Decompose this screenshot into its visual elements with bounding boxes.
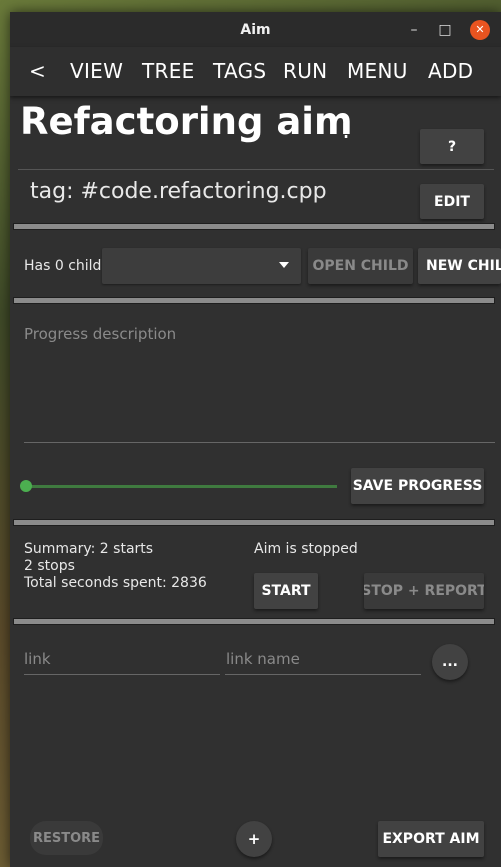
progress-slider-thumb[interactable] [20, 480, 32, 492]
link-name-field-underline [225, 674, 421, 675]
app-window: Aim – □ ✕ < VIEW TREE TAGS RUN MENU ADD … [10, 12, 501, 867]
start-button[interactable]: START [254, 573, 318, 609]
menu-tree[interactable]: TREE [142, 59, 195, 83]
window-title: Aim [240, 22, 271, 38]
child-count-label: Has 0 child [24, 258, 102, 274]
section-separator [13, 519, 495, 526]
menu-add[interactable]: ADD [428, 59, 473, 83]
divider [18, 169, 494, 170]
section-separator [13, 618, 495, 625]
menu-run[interactable]: RUN [283, 59, 327, 83]
menu-view[interactable]: VIEW [70, 59, 123, 83]
progress-description-field[interactable]: Progress description [24, 325, 176, 343]
save-progress-button[interactable]: SAVE PROGRESS [351, 468, 484, 504]
aim-title: Refactoring aim [20, 100, 353, 143]
stop-report-button[interactable]: STOP + REPORT [364, 573, 484, 609]
chevron-down-icon [279, 262, 289, 268]
progress-description-underline [24, 442, 495, 443]
child-dropdown[interactable] [102, 248, 301, 284]
add-button[interactable]: + [236, 821, 272, 857]
aim-status: Aim is stopped [254, 541, 358, 557]
open-child-button[interactable]: OPEN CHILD [308, 248, 413, 284]
link-field-underline [24, 674, 220, 675]
help-button[interactable]: ? [420, 129, 484, 164]
link-name-field[interactable]: link name [226, 650, 300, 668]
aim-title-colon: : [342, 116, 351, 144]
menu-bar: < VIEW TREE TAGS RUN MENU ADD [10, 47, 501, 96]
new-child-button[interactable]: NEW CHIL [418, 248, 501, 284]
maximize-icon[interactable]: □ [435, 20, 455, 40]
menu-menu[interactable]: MENU [347, 59, 408, 83]
summary-starts: Summary: 2 starts [24, 541, 154, 557]
back-button[interactable]: < [29, 59, 46, 83]
close-icon[interactable]: ✕ [470, 20, 490, 40]
export-aim-button[interactable]: EXPORT AIM [378, 821, 484, 857]
edit-button[interactable]: EDIT [420, 184, 484, 219]
summary-seconds: Total seconds spent: 2836 [24, 575, 207, 591]
restore-button[interactable]: RESTORE [30, 821, 103, 855]
section-separator [13, 223, 495, 230]
summary-stops: 2 stops [24, 558, 75, 574]
more-button[interactable]: ... [432, 644, 468, 680]
tag-label: tag: #code.refactoring.cpp [30, 179, 327, 204]
section-separator [13, 297, 495, 304]
title-bar: Aim – □ ✕ [10, 12, 501, 47]
minimize-icon[interactable]: – [404, 20, 424, 40]
link-field[interactable]: link [24, 650, 51, 668]
menu-tags[interactable]: TAGS [213, 59, 266, 83]
progress-slider-track[interactable] [26, 485, 337, 488]
